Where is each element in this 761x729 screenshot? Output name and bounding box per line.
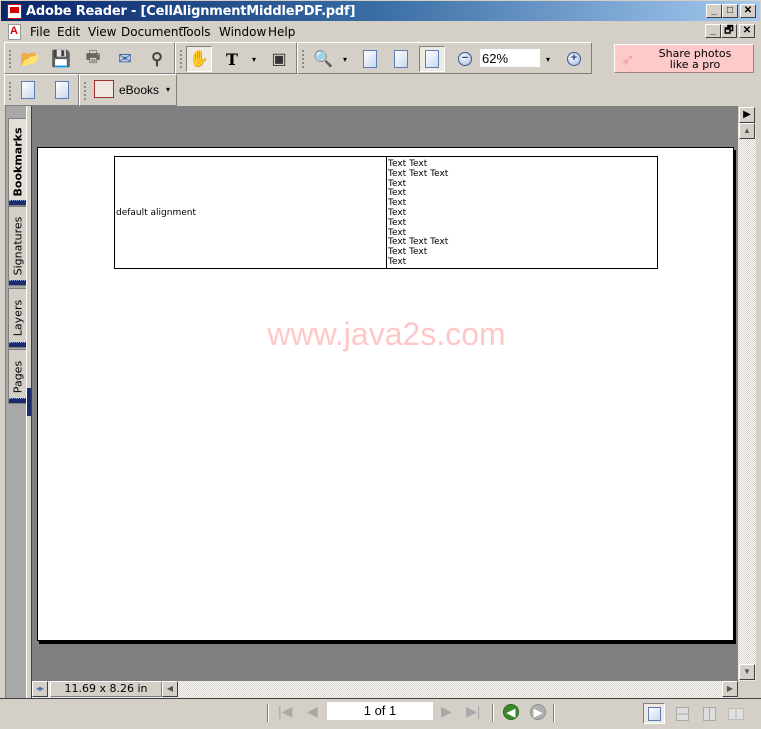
open-icon[interactable]: 📂 <box>17 46 43 72</box>
rotate-toolbar <box>4 74 79 106</box>
menu-help[interactable]: Help <box>268 25 295 39</box>
ebooks-toolbar: eBooks ▾ <box>79 74 177 106</box>
zoom-tool-dropdown-icon[interactable]: ▾ <box>343 55 351 64</box>
separator <box>492 704 494 722</box>
continuous-icon <box>675 706 689 721</box>
single-page-icon <box>647 706 661 721</box>
table-cell-left: default alignment <box>115 157 387 268</box>
doc-minimize-button[interactable]: _ <box>705 24 721 38</box>
scroll-down-icon[interactable]: ▼ <box>739 664 755 680</box>
pdf-table: default alignment Text Text Text Text Te… <box>114 156 658 269</box>
vertical-scrollbar[interactable]: ▲ ▼ <box>738 123 756 681</box>
close-button[interactable]: ✕ <box>740 4 756 18</box>
tab-pages-label: Pages <box>11 360 24 393</box>
fit-width-icon <box>425 50 439 68</box>
arrow-cursor-icon: ➶ <box>621 52 635 69</box>
fit-width-button[interactable] <box>419 46 445 72</box>
ebooks-label[interactable]: eBooks <box>119 83 159 97</box>
tab-bookmarks[interactable]: Bookmarks <box>8 118 27 206</box>
snapshot-icon[interactable]: ▣ <box>266 46 292 72</box>
single-page-layout-button[interactable] <box>643 703 665 724</box>
go-back-icon[interactable]: ◀ <box>503 704 519 720</box>
continuous-facing-layout-button[interactable] <box>698 703 720 724</box>
continuous-layout-button[interactable] <box>671 703 693 724</box>
search-icon[interactable]: ⚲ <box>144 46 170 72</box>
scroll-right-icon[interactable]: ▶ <box>722 681 738 697</box>
adobe-reader-icon <box>7 4 22 19</box>
tab-signatures[interactable]: Signatures <box>8 206 27 286</box>
maximize-button[interactable]: □ <box>722 4 738 18</box>
toolbar-grip[interactable] <box>9 50 13 68</box>
tools-toolbar: ✋ T ▾ ▣ <box>175 42 297 74</box>
last-page-icon[interactable]: ▶| <box>466 703 480 720</box>
horizontal-scrollbar[interactable]: ◂▸ 11.69 x 8.26 in ◀ ▶ <box>32 681 738 698</box>
menu-tools[interactable]: Tools <box>181 25 211 39</box>
save-icon[interactable]: 💾 <box>48 46 74 72</box>
menu-file[interactable]: File <box>30 25 50 39</box>
watermark-text: www.java2s.com <box>267 316 506 352</box>
minimize-button[interactable]: _ <box>706 4 722 18</box>
rotate-counterclockwise-icon[interactable] <box>55 81 69 99</box>
facing-icon <box>728 707 744 720</box>
toolbar-grip[interactable] <box>302 50 306 68</box>
status-bar: |◀ ◀ 1 of 1 ▶ ▶| ◀ ▶ <box>0 698 761 729</box>
zoom-dropdown-icon[interactable]: ▾ <box>546 55 554 64</box>
doc-restore-button[interactable]: 🗗 <box>721 24 737 38</box>
go-forward-icon[interactable]: ▶ <box>530 704 546 720</box>
ebooks-icon[interactable] <box>94 80 114 98</box>
zoom-toolbar: 🔍 ▾ − ▾ + <box>297 42 592 74</box>
menu-view[interactable]: View <box>88 25 116 39</box>
email-icon[interactable]: ✉ <box>112 46 138 72</box>
continuous-facing-icon <box>702 706 716 721</box>
toolbar-grip[interactable] <box>84 82 88 100</box>
scroll-left-icon[interactable]: ◀ <box>162 681 178 697</box>
page-size-readout: 11.69 x 8.26 in <box>50 681 162 697</box>
rotate-clockwise-icon[interactable] <box>21 81 35 99</box>
tab-bookmarks-label: Bookmarks <box>11 127 24 197</box>
zoom-level-input[interactable] <box>480 49 540 67</box>
table-cell-right: Text Text Text Text Text Text Text Text … <box>388 159 448 268</box>
tab-pages[interactable]: Pages <box>8 349 27 404</box>
facing-layout-button[interactable] <box>725 703 747 724</box>
menu-window[interactable]: Window <box>219 25 266 39</box>
toggle-pane-arrow-icon[interactable]: ▶ <box>739 107 755 123</box>
page-number-input[interactable]: 1 of 1 <box>327 702 433 720</box>
menu-document[interactable]: Document <box>121 25 183 39</box>
actual-size-icon[interactable] <box>363 50 377 68</box>
tab-layers[interactable]: Layers <box>8 288 27 348</box>
select-text-icon[interactable]: T <box>219 46 245 72</box>
share-label-line2: like a pro <box>669 58 721 71</box>
window-title: Adobe Reader - [CellAlignmentMiddlePDF.p… <box>26 4 356 19</box>
zoom-tool-icon[interactable]: 🔍 <box>310 46 336 72</box>
next-page-icon[interactable]: ▶ <box>441 703 452 720</box>
toolbar-grip[interactable] <box>9 82 13 100</box>
zoom-out-icon[interactable]: − <box>458 52 472 66</box>
scroll-up-icon[interactable]: ▲ <box>739 123 755 139</box>
fit-page-icon[interactable] <box>394 50 408 68</box>
print-icon[interactable]: 🖶 <box>80 46 106 72</box>
first-page-icon[interactable]: |◀ <box>278 703 292 720</box>
share-photos-button[interactable]: ➶ Share photos like a pro <box>614 44 754 73</box>
title-bar: Adobe Reader - [CellAlignmentMiddlePDF.p… <box>0 0 761 22</box>
toolbar-grip[interactable] <box>180 50 184 68</box>
menu-bar: File Edit View Document Tools Window Hel… <box>0 22 761 42</box>
separator <box>553 704 555 722</box>
cell-text: default alignment <box>116 208 196 218</box>
file-toolbar: 📂 💾 🖶 ✉ ⚲ <box>4 42 175 74</box>
previous-page-icon[interactable]: ◀ <box>307 703 318 720</box>
tab-signatures-label: Signatures <box>11 216 24 276</box>
splitter-handle[interactable] <box>27 388 31 416</box>
hand-tool-icon[interactable]: ✋ <box>186 46 212 72</box>
tab-layers-label: Layers <box>11 299 24 337</box>
cell-line: Text <box>388 256 407 267</box>
pdf-page: default alignment Text Text Text Text Te… <box>37 147 734 641</box>
separator <box>267 704 269 722</box>
document-icon[interactable] <box>8 24 21 40</box>
menu-edit[interactable]: Edit <box>57 25 80 39</box>
zoom-in-icon[interactable]: + <box>567 52 581 66</box>
select-dropdown-icon[interactable]: ▾ <box>252 55 260 64</box>
ebooks-dropdown-icon[interactable]: ▾ <box>166 85 174 94</box>
split-handle-icon[interactable]: ◂▸ <box>32 681 48 697</box>
doc-close-button[interactable]: ✕ <box>739 24 755 38</box>
